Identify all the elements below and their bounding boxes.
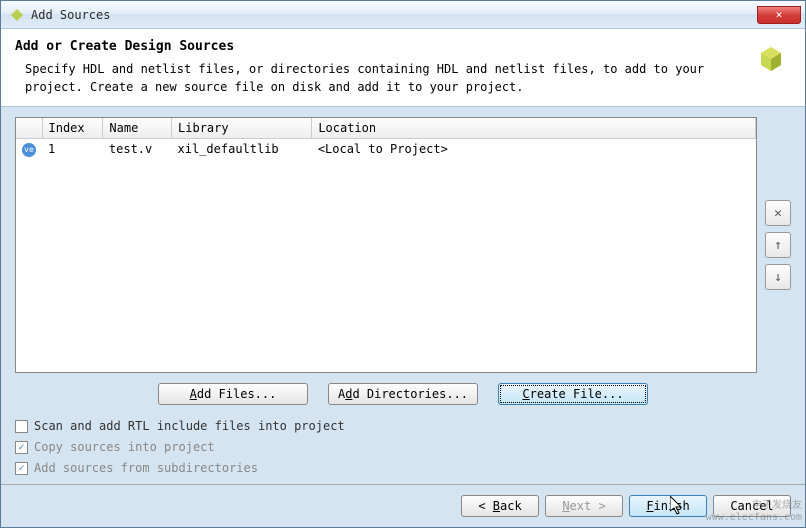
copy-sources-checkbox: ✓ (15, 441, 28, 454)
row-location: <Local to Project> (312, 139, 756, 159)
add-dirs-label: d Directories... (352, 387, 468, 401)
table-wrap: Index Name Library Location ve 1 test.v … (15, 117, 791, 373)
next-button: Next > (545, 495, 623, 517)
sources-table: Index Name Library Location ve 1 test.v … (16, 118, 756, 159)
create-file-label: reate File... (530, 387, 624, 401)
app-icon (9, 7, 25, 23)
header-text: Add or Create Design Sources Specify HDL… (15, 39, 741, 96)
back-button[interactable]: < Back (461, 495, 539, 517)
arrow-up-icon: ↑ (774, 238, 782, 253)
add-subdirs-checkbox: ✓ (15, 462, 28, 475)
close-button[interactable]: ✕ (757, 6, 801, 24)
cancel-button[interactable]: Cancel (713, 495, 791, 517)
remove-icon: ✕ (774, 206, 782, 221)
close-icon: ✕ (776, 8, 783, 21)
col-name[interactable]: Name (103, 118, 172, 139)
scan-rtl-checkbox[interactable] (15, 420, 28, 433)
row-name: test.v (103, 139, 172, 159)
copy-sources-row: ✓ Copy sources into project (15, 440, 791, 454)
footer-buttons: < Back Next > Finish Cancel (1, 484, 805, 527)
table-row[interactable]: ve 1 test.v xil_defaultlib <Local to Pro… (16, 139, 756, 159)
finish-button[interactable]: Finish (629, 495, 707, 517)
col-location[interactable]: Location (312, 118, 756, 139)
checkbox-group: Scan and add RTL include files into proj… (15, 419, 791, 475)
add-files-button[interactable]: Add Files... (158, 383, 308, 405)
move-up-button[interactable]: ↑ (765, 232, 791, 258)
copy-sources-label: Copy sources into project (34, 440, 215, 454)
content-area: Index Name Library Location ve 1 test.v … (1, 107, 805, 484)
page-title: Add or Create Design Sources (15, 39, 741, 54)
side-buttons: ✕ ↑ ↓ (765, 117, 791, 373)
col-index[interactable]: Index (42, 118, 103, 139)
add-subdirs-row: ✓ Add sources from subdirectories (15, 461, 791, 475)
col-library[interactable]: Library (172, 118, 312, 139)
verilog-icon: ve (22, 143, 36, 157)
dialog-window: Add Sources ✕ Add or Create Design Sourc… (0, 0, 806, 528)
titlebar[interactable]: Add Sources ✕ (1, 1, 805, 29)
row-index: 1 (42, 139, 103, 159)
brand-logo (751, 39, 791, 79)
row-icon-cell: ve (16, 139, 42, 159)
add-subdirs-label: Add sources from subdirectories (34, 461, 258, 475)
page-description: Specify HDL and netlist files, or direct… (25, 60, 741, 96)
move-down-button[interactable]: ↓ (765, 264, 791, 290)
row-library: xil_defaultlib (172, 139, 312, 159)
col-icon[interactable] (16, 118, 42, 139)
add-directories-button[interactable]: Add Directories... (328, 383, 478, 405)
window-title: Add Sources (31, 8, 757, 22)
scan-rtl-row[interactable]: Scan and add RTL include files into proj… (15, 419, 791, 433)
create-file-button[interactable]: Create File... (498, 383, 648, 405)
add-files-label: dd Files... (197, 387, 276, 401)
remove-button[interactable]: ✕ (765, 200, 791, 226)
sources-table-container: Index Name Library Location ve 1 test.v … (15, 117, 757, 373)
scan-rtl-label: Scan and add RTL include files into proj… (34, 419, 345, 433)
arrow-down-icon: ↓ (774, 270, 782, 285)
action-button-row: Add Files... Add Directories... Create F… (15, 383, 791, 405)
header-panel: Add or Create Design Sources Specify HDL… (1, 29, 805, 107)
